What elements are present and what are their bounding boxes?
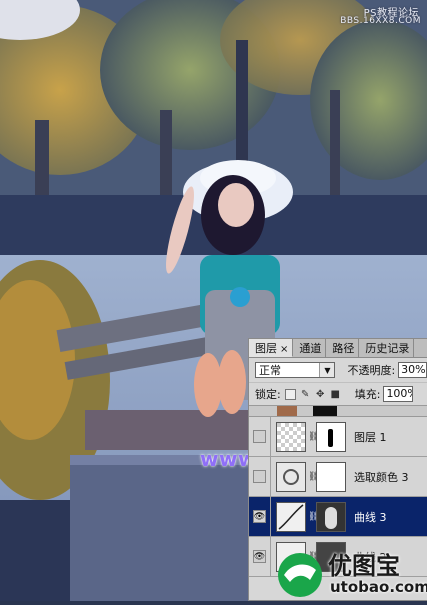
lock-icon[interactable]: ■ bbox=[330, 389, 341, 400]
blend-row: 正常 ▼ 不透明度: 30% bbox=[249, 358, 427, 383]
opacity-label: 不透明度: bbox=[347, 364, 396, 377]
utobao-logo: 优图宝 utobao.com bbox=[270, 540, 427, 601]
visibility-toggle[interactable]: 👁 bbox=[249, 496, 271, 537]
layer-thumbnail bbox=[276, 421, 306, 452]
close-icon[interactable]: × bbox=[280, 344, 288, 355]
layer-mask-thumbnail bbox=[316, 421, 346, 452]
visibility-toggle[interactable]: 👁 bbox=[249, 536, 271, 577]
visibility-toggle[interactable] bbox=[249, 416, 271, 457]
thumb-strip-color bbox=[277, 406, 297, 416]
opacity-input[interactable]: 30% bbox=[398, 362, 427, 378]
logo-url: utobao.com bbox=[330, 578, 427, 596]
layer-mask-thumbnail bbox=[316, 501, 346, 532]
chain-icon[interactable]: ⛓ bbox=[308, 512, 319, 522]
eye-icon-off[interactable] bbox=[253, 430, 266, 443]
layer-row-curves3[interactable]: 👁 ⛓ 曲线 3 bbox=[249, 496, 427, 537]
tab-channels-label: 通道 bbox=[299, 342, 322, 355]
tab-layers-label: 图层 bbox=[255, 342, 277, 355]
logo-title: 优图宝 bbox=[328, 552, 400, 580]
layer-mask-thumbnail bbox=[316, 461, 346, 492]
brush-icon[interactable]: ✎ bbox=[300, 389, 311, 400]
tab-layers[interactable]: 图层 × bbox=[249, 339, 294, 357]
layer-name: 图层 1 bbox=[354, 430, 387, 444]
panel-tabs: 图层 × 通道 路径 历史记录 bbox=[249, 339, 427, 358]
layer-strip bbox=[249, 406, 427, 417]
watermark-url: BBS.16XX8.COM bbox=[340, 16, 421, 26]
blend-mode-value: 正常 bbox=[259, 364, 281, 377]
eye-icon[interactable]: 👁 bbox=[253, 550, 266, 563]
fill-label: 填充: bbox=[354, 388, 381, 401]
dropdown-arrow-icon[interactable]: ▼ bbox=[319, 363, 335, 377]
layer-row-layer1[interactable]: ⛓ 图层 1 bbox=[249, 416, 427, 457]
layer-row-selective-color[interactable]: ⛓ 选取颜色 3 bbox=[249, 456, 427, 497]
lock-transparent-icon[interactable] bbox=[284, 388, 296, 400]
tab-channels[interactable]: 通道 bbox=[293, 339, 327, 357]
eye-icon-off[interactable] bbox=[253, 470, 266, 483]
fill-input[interactable]: 100% bbox=[383, 386, 414, 402]
tab-paths-label: 路径 bbox=[332, 342, 355, 355]
chain-icon[interactable]: ⛓ bbox=[308, 472, 319, 482]
chain-icon[interactable]: ⛓ bbox=[308, 432, 319, 442]
tab-history[interactable]: 历史记录 bbox=[359, 339, 415, 357]
lock-label: 锁定: bbox=[255, 388, 281, 401]
layer-name: 选取颜色 3 bbox=[354, 470, 409, 484]
eye-icon[interactable]: 👁 bbox=[253, 510, 266, 523]
layer-name: 曲线 3 bbox=[354, 510, 387, 524]
move-icon[interactable]: ✥ bbox=[315, 389, 326, 400]
visibility-toggle[interactable] bbox=[249, 456, 271, 497]
curves-icon bbox=[276, 501, 306, 532]
adjustment-icon bbox=[276, 461, 306, 492]
tab-history-label: 历史记录 bbox=[365, 342, 410, 355]
blend-mode-select[interactable]: 正常 ▼ bbox=[255, 362, 336, 378]
lock-row: 锁定: ✎ ✥ ■ 填充: 100% bbox=[249, 383, 427, 406]
tab-paths[interactable]: 路径 bbox=[326, 339, 360, 357]
thumb-strip-mask bbox=[313, 406, 337, 416]
lock-icons: ✎ ✥ ■ bbox=[284, 388, 341, 400]
